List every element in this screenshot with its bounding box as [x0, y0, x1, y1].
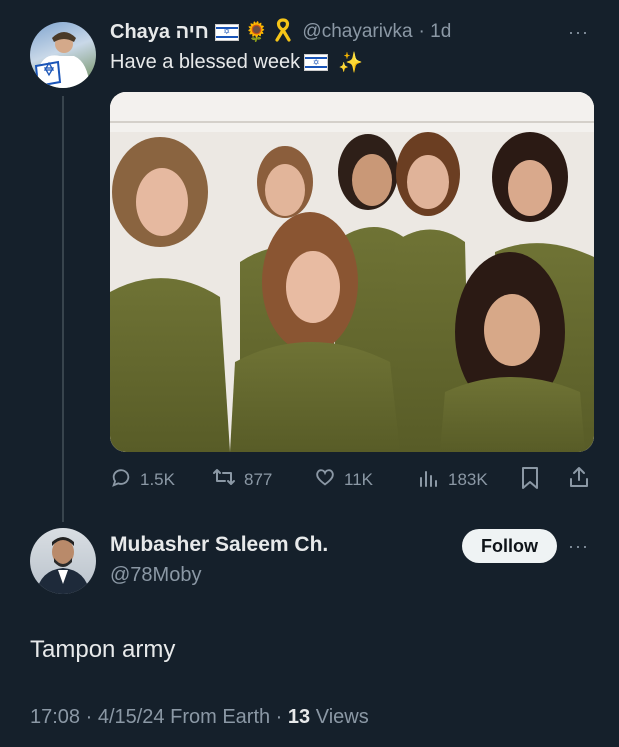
bookmark-button[interactable] — [520, 466, 540, 495]
tweet-text: Have a blessed week — [110, 51, 301, 73]
yellow-ribbon-icon — [274, 17, 292, 47]
follow-button[interactable]: Follow — [462, 529, 557, 563]
author-name[interactable]: Chaya חיה — [110, 21, 209, 44]
thread-line — [62, 96, 64, 522]
tweet-more-button[interactable]: ··· — [568, 22, 589, 43]
reply-timestamp[interactable]: 17:08 · 4/15/24 From Earth · — [30, 706, 288, 728]
tweet-text-row: Have a blessed week ✡ ✨ — [110, 50, 363, 75]
repost-count: 877 — [244, 469, 273, 489]
author-handle[interactable]: @chayarivka — [302, 21, 412, 43]
sparkles-icon: ✨ — [338, 52, 364, 74]
tweet-photo[interactable] — [110, 92, 594, 452]
reply-views-count: 13 — [287, 706, 311, 728]
sunflower-icon: 🌻 — [244, 22, 269, 43]
bookmark-icon — [520, 467, 540, 494]
reply-author-avatar[interactable] — [30, 528, 96, 594]
israel-flag-icon: ✡ — [214, 23, 239, 41]
reply-text: Tampon army — [30, 636, 176, 663]
views-icon — [418, 466, 440, 493]
repost-button[interactable]: 877 — [212, 466, 272, 493]
reply-count: 1.5K — [140, 469, 175, 489]
share-icon — [567, 467, 591, 493]
tweet-time[interactable]: · 1d — [419, 21, 452, 43]
reply-metadata: 17:08 · 4/15/24 From Earth · 13 Views — [30, 706, 369, 729]
like-button[interactable]: 11K — [314, 466, 373, 493]
reply-icon — [110, 466, 132, 493]
israel-flag-icon: ✡ — [304, 54, 329, 71]
reply-author-name[interactable]: Mubasher Saleem Ch. — [110, 533, 328, 557]
reply-views-label: Views — [310, 706, 369, 728]
views-button[interactable]: 183K — [418, 466, 488, 493]
reply-button[interactable]: 1.5K — [110, 466, 175, 493]
repost-icon — [212, 466, 236, 493]
tweet-header: Chaya חיה ✡ 🌻 @chayarivka · 1d — [110, 17, 452, 47]
author-avatar[interactable] — [30, 22, 96, 88]
reply-author-handle[interactable]: @78Moby — [110, 564, 201, 587]
like-icon — [314, 466, 336, 493]
reply-more-button[interactable]: ··· — [568, 536, 589, 557]
views-count: 183K — [448, 469, 488, 489]
share-button[interactable] — [567, 465, 591, 494]
like-count: 11K — [344, 469, 373, 489]
